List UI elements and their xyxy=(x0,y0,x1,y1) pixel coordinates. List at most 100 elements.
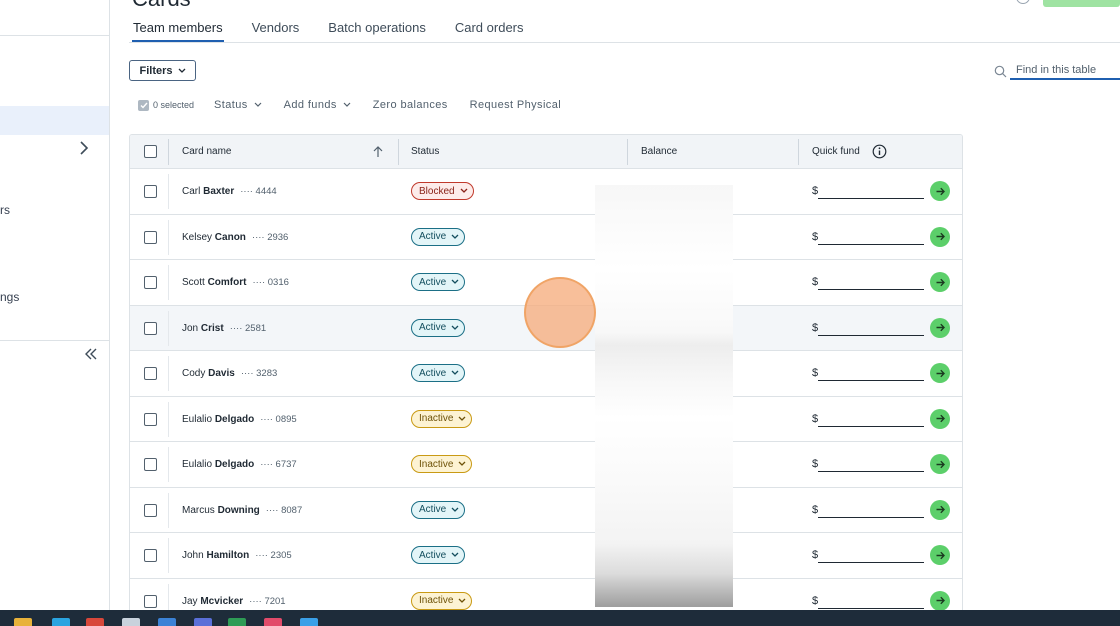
card-name[interactable]: Marcus Downing ···· 8087 xyxy=(182,505,302,516)
card-name[interactable]: Eulalio Delgado ···· 6737 xyxy=(182,459,297,470)
row-select-checkbox[interactable] xyxy=(144,185,157,198)
quick-fund-amount-input[interactable] xyxy=(818,406,924,427)
table-row[interactable]: Cody Davis ···· 3283 Active $ xyxy=(130,351,962,397)
column-header-card-name[interactable]: Card name xyxy=(182,146,231,157)
app-icon[interactable] xyxy=(264,618,282,626)
row-select-checkbox[interactable] xyxy=(144,549,157,562)
status-label: Inactive xyxy=(419,595,454,606)
row-select-checkbox[interactable] xyxy=(144,503,157,517)
quick-fund-amount-input[interactable] xyxy=(818,588,924,609)
card-name[interactable]: Scott Comfort ···· 0316 xyxy=(182,277,289,288)
check-icon xyxy=(140,102,148,109)
row-select-checkbox[interactable] xyxy=(144,367,157,380)
quick-fund-submit-button[interactable] xyxy=(930,545,950,565)
table-row[interactable]: Eulalio Delgado ···· 0895 Inactive $ xyxy=(130,396,962,442)
quick-fund-submit-button[interactable] xyxy=(930,499,950,520)
quick-fund-submit-button[interactable] xyxy=(930,454,950,474)
card-name[interactable]: Eulalio Delgado ···· 0895 xyxy=(182,414,297,425)
row-select-checkbox[interactable] xyxy=(144,276,157,289)
quick-fund-submit-button[interactable] xyxy=(930,590,950,610)
quick-fund-amount-input[interactable] xyxy=(818,224,924,245)
app-icon[interactable] xyxy=(300,618,318,626)
status-dropdown[interactable]: Active xyxy=(411,318,466,337)
column-header-balance[interactable]: Balance xyxy=(641,146,677,157)
app-icon[interactable] xyxy=(122,618,140,626)
app-icon[interactable] xyxy=(228,618,246,626)
status-dropdown[interactable]: Active xyxy=(411,227,466,246)
row-select-checkbox[interactable] xyxy=(144,321,157,335)
table-row[interactable]: Jay Mcvicker ···· 7201 Inactive $ xyxy=(130,578,962,610)
chevron-right-icon[interactable] xyxy=(78,141,90,155)
quick-fund-submit-button[interactable] xyxy=(930,226,950,247)
status-dropdown[interactable]: Inactive xyxy=(411,409,473,428)
select-all-checkbox[interactable] xyxy=(138,99,149,111)
arrow-right-icon xyxy=(936,505,945,514)
search-input[interactable] xyxy=(1010,62,1120,80)
status-dropdown[interactable]: Active xyxy=(411,500,466,519)
card-first-name: Eulalio xyxy=(182,413,213,425)
row-select-checkbox[interactable] xyxy=(144,412,157,426)
table-row[interactable]: Kelsey Canon ···· 2936 Active $ xyxy=(130,214,962,260)
status-dropdown[interactable]: Active xyxy=(411,273,466,291)
sidebar-item-label-fragment[interactable]: rs xyxy=(0,203,10,217)
status-dropdown[interactable]: Active xyxy=(411,546,466,564)
table-row[interactable]: Eulalio Delgado ···· 6737 Inactive $ xyxy=(130,442,962,488)
tab-team-members[interactable]: Team members xyxy=(132,20,224,43)
help-icon[interactable] xyxy=(1016,0,1030,4)
header-select-checkbox[interactable] xyxy=(144,145,157,158)
tab-batch-operations[interactable]: Batch operations xyxy=(327,20,427,42)
app-icon[interactable] xyxy=(194,618,212,626)
quick-fund-amount-input[interactable] xyxy=(818,361,924,381)
browser-icon[interactable] xyxy=(86,618,104,626)
quick-fund-submit-button[interactable] xyxy=(930,317,950,338)
quick-fund-submit-button[interactable] xyxy=(930,408,950,429)
card-name[interactable]: Carl Baxter ···· 4444 xyxy=(182,186,277,197)
tab-vendors[interactable]: Vendors xyxy=(251,20,301,42)
sort-up-icon[interactable] xyxy=(373,146,383,158)
app-icon[interactable] xyxy=(52,618,70,626)
info-icon[interactable] xyxy=(872,144,887,159)
primary-action-button[interactable] xyxy=(1043,0,1120,7)
quick-fund-amount-input[interactable] xyxy=(818,543,924,563)
table-row[interactable]: Carl Baxter ···· 4444 Blocked $ xyxy=(130,169,962,215)
bulk-status-dropdown[interactable]: Status xyxy=(214,99,262,111)
row-separator xyxy=(168,265,169,300)
card-name[interactable]: Kelsey Canon ···· 2936 xyxy=(182,232,288,243)
quick-fund-submit-button[interactable] xyxy=(930,363,950,383)
bulk-status-label: Status xyxy=(214,99,248,111)
quick-fund-submit-button[interactable] xyxy=(930,272,950,292)
card-name[interactable]: John Hamilton ···· 2305 xyxy=(182,550,292,561)
quick-fund-submit-button[interactable] xyxy=(930,181,950,201)
folder-icon[interactable] xyxy=(14,618,32,626)
status-dropdown[interactable]: Blocked xyxy=(411,182,474,200)
quick-fund-amount-input[interactable] xyxy=(818,497,924,518)
sidebar-item-active[interactable] xyxy=(0,106,109,135)
quick-fund-amount-input[interactable] xyxy=(818,179,924,199)
quick-fund-amount-input[interactable] xyxy=(818,270,924,290)
sidebar-item-label-fragment[interactable]: ngs xyxy=(0,290,19,304)
table-row[interactable]: John Hamilton ···· 2305 Active $ xyxy=(130,533,962,579)
card-name[interactable]: Jon Crist ···· 2581 xyxy=(182,323,266,334)
column-separator xyxy=(168,139,169,165)
status-dropdown[interactable]: Inactive xyxy=(411,591,473,610)
filters-button[interactable]: Filters xyxy=(129,60,196,81)
bulk-zero-balances-button[interactable]: Zero balances xyxy=(373,99,448,111)
status-dropdown[interactable]: Active xyxy=(411,364,466,382)
quick-fund-amount-input[interactable] xyxy=(818,452,924,472)
row-select-checkbox[interactable] xyxy=(144,458,157,471)
status-dropdown[interactable]: Inactive xyxy=(411,455,473,473)
bulk-request-physical-button[interactable]: Request Physical xyxy=(470,99,561,111)
card-name[interactable]: Cody Davis ···· 3283 xyxy=(182,368,277,379)
row-separator xyxy=(168,492,169,528)
card-name[interactable]: Jay Mcvicker ···· 7201 xyxy=(182,596,286,607)
table-row[interactable]: Marcus Downing ···· 8087 Active $ xyxy=(130,487,962,533)
column-header-status[interactable]: Status xyxy=(411,146,439,157)
row-select-checkbox[interactable] xyxy=(144,594,157,608)
row-select-checkbox[interactable] xyxy=(144,230,157,244)
app-icon[interactable] xyxy=(158,618,176,626)
tab-card-orders[interactable]: Card orders xyxy=(454,20,525,42)
collapse-double-left-icon[interactable] xyxy=(84,347,98,361)
bulk-add-funds-dropdown[interactable]: Add funds xyxy=(284,99,351,111)
quick-fund-amount-input[interactable] xyxy=(818,315,924,336)
chevron-down-icon xyxy=(451,325,459,330)
